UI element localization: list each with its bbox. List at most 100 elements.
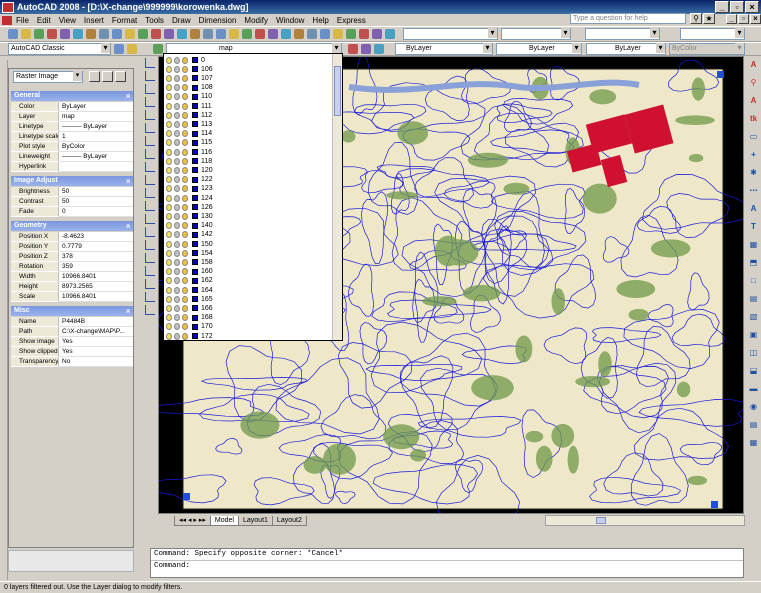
- layer-color-swatch[interactable]: [192, 84, 198, 91]
- layer-color-swatch[interactable]: [192, 314, 198, 321]
- layer-on-icon[interactable]: [166, 65, 172, 73]
- select-objects-icon[interactable]: [102, 71, 113, 82]
- layer-color-swatch[interactable]: [192, 130, 198, 137]
- toolbar-tool-icon[interactable]: [348, 44, 358, 54]
- property-value[interactable]: ByColor: [59, 142, 133, 152]
- property-value[interactable]: 0.7779: [59, 242, 133, 252]
- toolbar-tool-icon[interactable]: [34, 29, 44, 39]
- menu-view[interactable]: View: [55, 16, 80, 25]
- draw-tool-icon[interactable]: [145, 201, 155, 211]
- menu-tools[interactable]: Tools: [141, 16, 168, 25]
- restore-button[interactable]: ▫: [730, 1, 744, 13]
- layer-dropdown-list[interactable]: 0 106 107 108 110 111 112 113 114 115 116 118 120 122…: [163, 53, 343, 341]
- draw-tool-icon[interactable]: [145, 71, 155, 81]
- modify-tool-icon[interactable]: ▬: [748, 384, 759, 394]
- layer-lock-icon[interactable]: [182, 286, 188, 294]
- toolbar-tool-icon[interactable]: [153, 44, 163, 54]
- property-row[interactable]: Color ByLayer: [11, 102, 133, 112]
- layer-freeze-icon[interactable]: [174, 139, 180, 147]
- layer-lock-icon[interactable]: [182, 120, 188, 128]
- toolbar-tool-icon[interactable]: [138, 29, 148, 39]
- menu-modify[interactable]: Modify: [240, 16, 272, 25]
- property-row[interactable]: Position Y 0.7779: [11, 242, 133, 252]
- property-row[interactable]: Transparency No: [11, 357, 133, 367]
- layer-lock-icon[interactable]: [182, 323, 188, 331]
- layer-freeze-icon[interactable]: [174, 157, 180, 165]
- layer-lock-icon[interactable]: [182, 102, 188, 110]
- toolbar-tool-icon[interactable]: [99, 29, 109, 39]
- property-row[interactable]: Position X -8.4623: [11, 232, 133, 242]
- toolbar-tool-icon[interactable]: [60, 29, 70, 39]
- property-row[interactable]: Show image Yes: [11, 337, 133, 347]
- modify-tool-icon[interactable]: ✱: [748, 168, 759, 178]
- section-geometry[interactable]: Geometry: [11, 221, 133, 231]
- layer-color-swatch[interactable]: [192, 149, 198, 155]
- layer-freeze-icon[interactable]: [174, 93, 180, 101]
- draw-tool-icon[interactable]: [145, 253, 155, 263]
- layer-freeze-icon[interactable]: [174, 111, 180, 119]
- close-button[interactable]: ×: [745, 1, 759, 13]
- layer-lock-icon[interactable]: [182, 304, 188, 312]
- favorites-icon[interactable]: ★: [703, 13, 715, 24]
- toolbar-tool-icon[interactable]: [203, 29, 213, 39]
- toolbar-tool-icon[interactable]: [385, 29, 395, 39]
- menu-help[interactable]: Help: [308, 16, 332, 25]
- layer-freeze-icon[interactable]: [174, 240, 180, 248]
- horizontal-scrollbar[interactable]: [545, 515, 745, 526]
- toolbar-tool-icon[interactable]: [127, 44, 137, 54]
- draw-tool-icon[interactable]: [145, 149, 155, 159]
- toolbar-tool-icon[interactable]: [307, 29, 317, 39]
- draw-tool-icon[interactable]: [145, 162, 155, 172]
- draw-tool-icon[interactable]: [145, 279, 155, 289]
- linetype-combo[interactable]: ByLayer: [496, 43, 582, 55]
- layer-on-icon[interactable]: [166, 286, 172, 294]
- layer-on-icon[interactable]: [166, 222, 172, 230]
- layer-lock-icon[interactable]: [182, 268, 188, 276]
- layer-on-icon[interactable]: [166, 84, 172, 92]
- layer-lock-icon[interactable]: [182, 166, 188, 174]
- doc-close-button[interactable]: ×: [750, 14, 761, 24]
- toolbar-tool-icon[interactable]: [114, 44, 124, 54]
- toolbar-tool-icon[interactable]: [47, 29, 57, 39]
- layer-color-swatch[interactable]: [192, 268, 198, 275]
- draw-tool-icon[interactable]: [145, 292, 155, 302]
- dimstyle-combo[interactable]: [403, 28, 498, 40]
- layer-color-swatch[interactable]: [192, 296, 198, 303]
- layer-lock-icon[interactable]: [182, 212, 188, 220]
- property-value[interactable]: 359: [59, 262, 133, 272]
- property-value[interactable]: 10966.8401: [59, 272, 133, 282]
- layer-on-icon[interactable]: [166, 258, 172, 266]
- modify-tool-icon[interactable]: ⚲: [748, 78, 759, 88]
- command-window[interactable]: Command: Specify opposite corner: *Cance…: [150, 548, 744, 578]
- property-row[interactable]: Path C:\X-change\MAP\P...: [11, 327, 133, 337]
- layer-color-swatch[interactable]: [192, 176, 198, 183]
- object-type-select[interactable]: Raster Image: [13, 71, 83, 83]
- layer-freeze-icon[interactable]: [174, 212, 180, 220]
- layer-lock-icon[interactable]: [182, 249, 188, 257]
- layer-lock-icon[interactable]: [182, 314, 188, 322]
- layer-row[interactable]: 172: [166, 331, 213, 340]
- layer-lock-icon[interactable]: [182, 203, 188, 211]
- layer-freeze-icon[interactable]: [174, 332, 180, 340]
- layer-freeze-icon[interactable]: [174, 277, 180, 285]
- layer-color-swatch[interactable]: [192, 195, 198, 201]
- layer-color-swatch[interactable]: [192, 277, 198, 284]
- layer-color-swatch[interactable]: [192, 185, 198, 192]
- textstyle-combo[interactable]: [585, 28, 660, 40]
- modify-tool-icon[interactable]: □: [748, 276, 759, 286]
- toolbar-tool-icon[interactable]: [125, 29, 135, 39]
- layer-freeze-icon[interactable]: [174, 166, 180, 174]
- modify-tool-icon[interactable]: ▦: [748, 438, 759, 448]
- property-value[interactable]: 50: [59, 197, 133, 207]
- layer-color-swatch[interactable]: [192, 222, 198, 229]
- layer-color-swatch[interactable]: [192, 121, 198, 128]
- toolbar-tool-icon[interactable]: [21, 29, 31, 39]
- layer-color-swatch[interactable]: [192, 213, 198, 220]
- property-row[interactable]: Show clipped Yes: [11, 347, 133, 357]
- layer-on-icon[interactable]: [166, 157, 172, 165]
- quick-select-icon[interactable]: [115, 71, 126, 82]
- layer-lock-icon[interactable]: [182, 277, 188, 285]
- modify-tool-icon[interactable]: ▤: [748, 420, 759, 430]
- layer-color-swatch[interactable]: [192, 250, 198, 257]
- property-value[interactable]: Yes: [59, 337, 133, 347]
